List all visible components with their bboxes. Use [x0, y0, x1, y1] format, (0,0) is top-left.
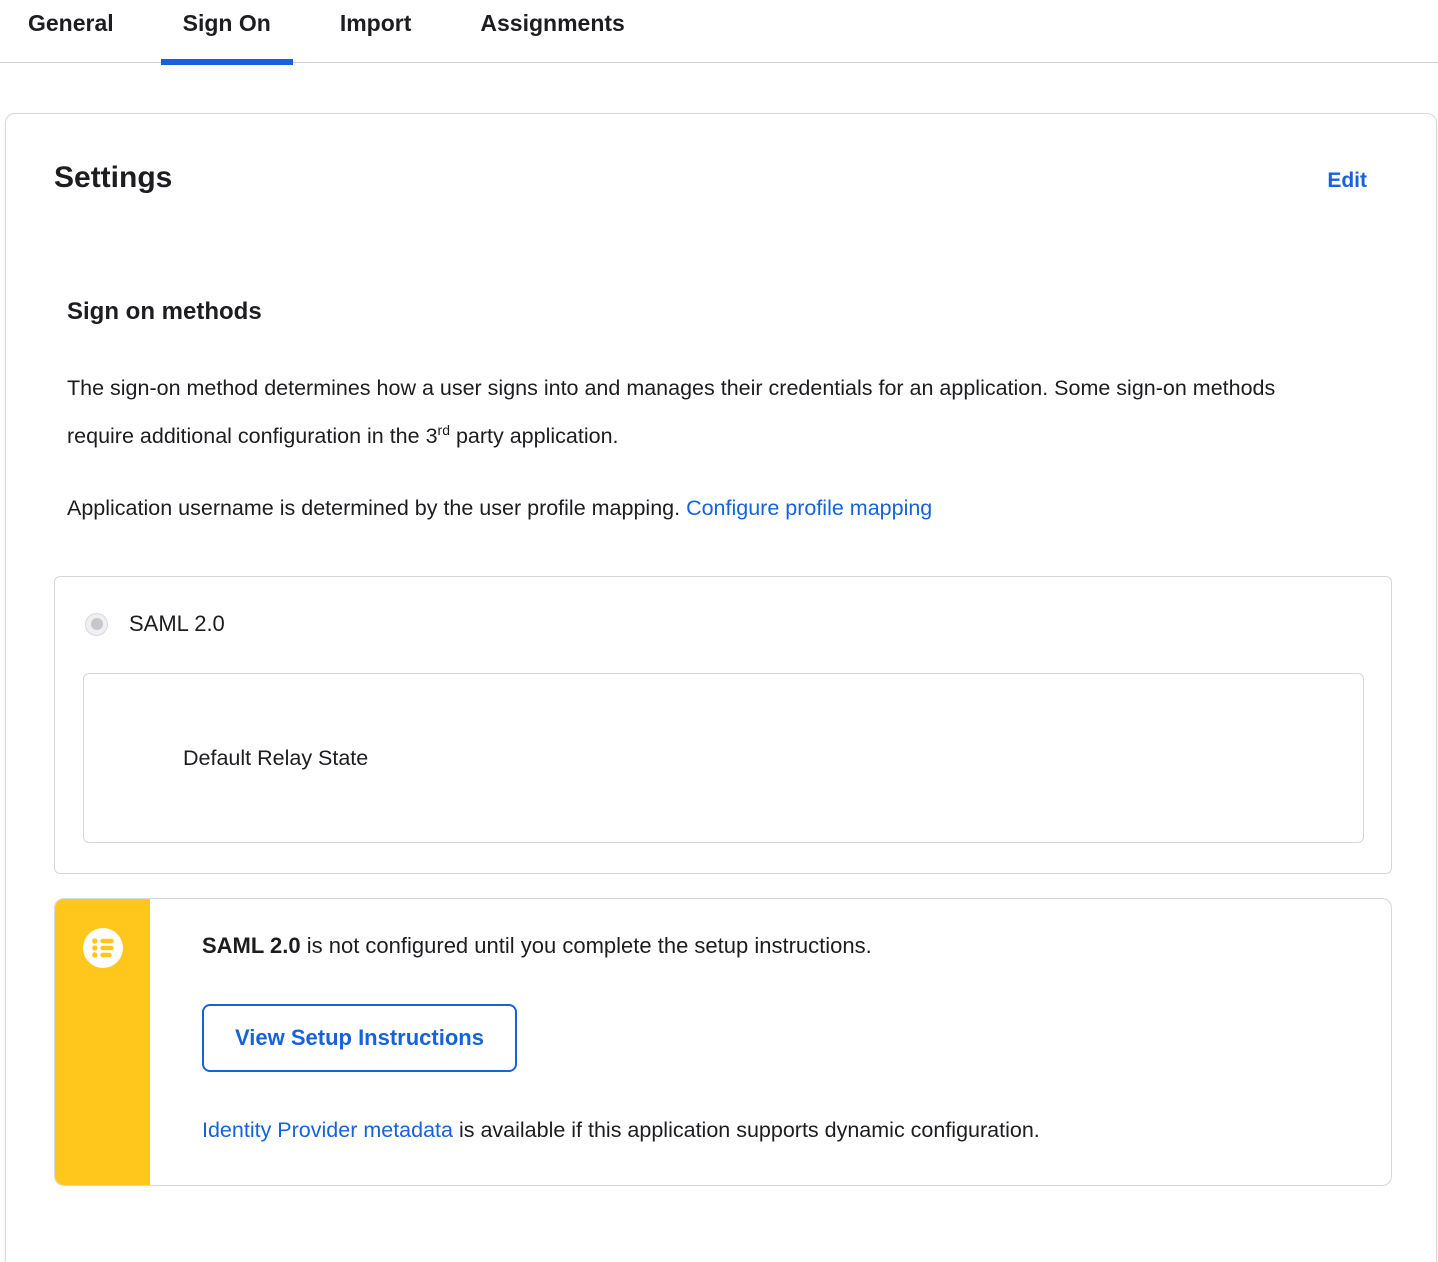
saml-radio-button[interactable]: [85, 612, 108, 636]
tab-import[interactable]: Import: [318, 0, 434, 62]
callout-content: SAML 2.0 is not configured until you com…: [150, 899, 1391, 1185]
metadata-line-rest: is available if this application support…: [452, 1117, 1040, 1142]
page-title: Settings: [54, 161, 173, 194]
sign-on-methods-description: The sign-on method determines how a user…: [67, 364, 1292, 460]
settings-card-body: Sign on methods The sign-on method deter…: [6, 298, 1436, 1186]
username-mapping-line: Application username is determined by th…: [67, 484, 1292, 532]
username-mapping-text: Application username is determined by th…: [67, 496, 687, 520]
sign-on-methods-heading: Sign on methods: [67, 298, 262, 325]
default-relay-state-field: Default Relay State: [83, 673, 1364, 843]
app-tab-bar: General Sign On Import Assignments: [0, 0, 1438, 65]
tab-sign-on[interactable]: Sign On: [160, 0, 294, 65]
settings-card: Settings Edit Sign on methods The sign-o…: [5, 113, 1437, 1262]
edit-link[interactable]: Edit: [1327, 169, 1367, 193]
tab-general[interactable]: General: [6, 0, 136, 62]
saml-option-box: SAML 2.0 Default Relay State: [54, 576, 1392, 874]
ordinal-superscript: rd: [437, 421, 450, 438]
list-icon: [82, 928, 123, 968]
view-setup-instructions-button[interactable]: View Setup Instructions: [202, 1003, 517, 1072]
settings-card-header: Settings Edit: [6, 114, 1436, 196]
description-text: The sign-on method determines how a user…: [67, 376, 1276, 448]
metadata-line: Identity Provider metadata is available …: [202, 1118, 1351, 1143]
configure-profile-mapping-link[interactable]: Configure profile mapping: [686, 496, 932, 520]
saml-radio-label: SAML 2.0: [129, 611, 225, 636]
description-text-end: party application.: [449, 424, 619, 448]
tab-assignments[interactable]: Assignments: [458, 0, 646, 62]
callout-warning-strip: [55, 899, 150, 1185]
saml-radio-row: SAML 2.0: [83, 611, 1364, 637]
callout-message: SAML 2.0 is not configured until you com…: [202, 932, 1351, 960]
default-relay-state-label: Default Relay State: [183, 745, 369, 770]
saml-setup-callout: SAML 2.0 is not configured until you com…: [54, 898, 1392, 1186]
callout-message-rest: is not configured until you complete the…: [300, 933, 872, 958]
identity-provider-metadata-link[interactable]: Identity Provider metadata: [202, 1118, 453, 1142]
callout-message-bold: SAML 2.0: [202, 933, 301, 958]
